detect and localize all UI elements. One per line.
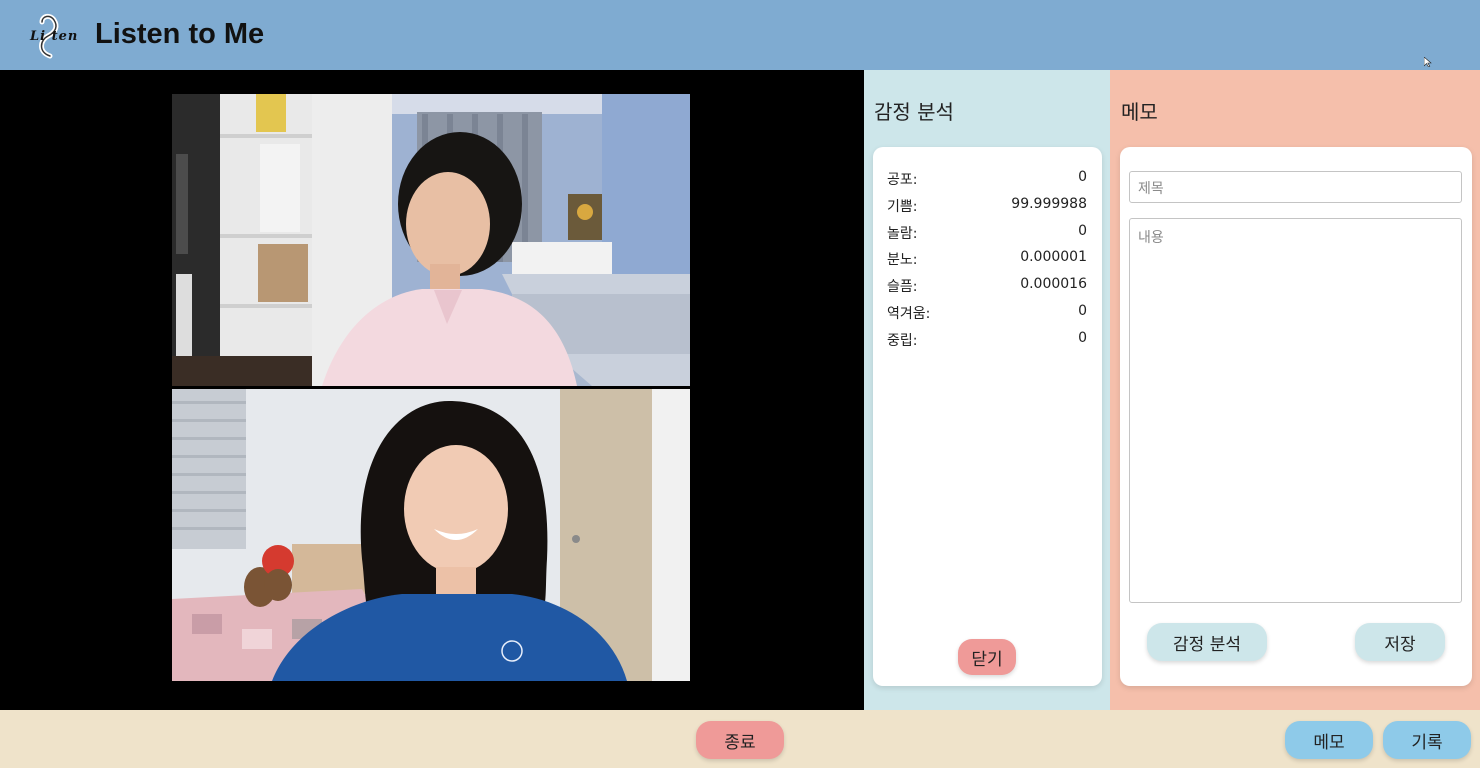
emotion-value: 0 xyxy=(1078,223,1087,239)
save-memo-button[interactable]: 저장 xyxy=(1355,623,1445,661)
logo-wordmark: Li ten xyxy=(30,29,79,44)
memo-title-input[interactable]: 제목 xyxy=(1129,171,1462,203)
memo-card: 제목 내용 감정 분석 저장 xyxy=(1120,147,1472,686)
emotion-row-joy: 기쁨: 99.999988 xyxy=(887,196,1087,218)
record-button[interactable]: 기록 xyxy=(1383,721,1471,759)
emotion-label: 공포: xyxy=(887,172,918,188)
local-video-feed xyxy=(172,389,690,681)
emotion-row-surprise: 놀람: 0 xyxy=(887,223,1087,245)
emotion-label: 중립: xyxy=(887,333,918,349)
app-title: Listen to Me xyxy=(95,18,265,50)
app-header: Li ten Listen to Me xyxy=(0,0,1480,70)
emotion-card: 공포: 0 기쁨: 99.999988 놀람: 0 분노: 0.000001 슬… xyxy=(873,147,1102,686)
emotion-label: 역겨움: xyxy=(887,306,931,322)
mouse-cursor-icon xyxy=(1423,52,1432,68)
memo-panel-title: 메모 xyxy=(1121,100,1158,124)
emotion-label: 기쁨: xyxy=(887,199,918,215)
analyze-emotion-button[interactable]: 감정 분석 xyxy=(1147,623,1267,661)
emotion-value: 0.000001 xyxy=(1020,249,1087,265)
memo-body-textarea[interactable]: 내용 xyxy=(1129,218,1462,603)
emotion-row-fear: 공포: 0 xyxy=(887,169,1087,191)
emotion-label: 놀람: xyxy=(887,226,918,242)
memo-toggle-button[interactable]: 메모 xyxy=(1285,721,1373,759)
emotion-value: 99.999988 xyxy=(1011,196,1087,212)
memo-panel: 메모 제목 내용 감정 분석 저장 xyxy=(1110,70,1480,710)
remote-video-feed xyxy=(172,94,690,386)
emotion-value: 0.000016 xyxy=(1020,276,1087,292)
emotion-value: 0 xyxy=(1078,303,1087,319)
emotion-label: 분노: xyxy=(887,252,918,268)
emotion-row-sadness: 슬픔: 0.000016 xyxy=(887,276,1087,298)
emotion-analysis-panel: 감정 분석 공포: 0 기쁨: 99.999988 놀람: 0 분노: 0.00… xyxy=(864,70,1110,710)
emotion-row-disgust: 역겨움: 0 xyxy=(887,303,1087,325)
emotion-value: 0 xyxy=(1078,169,1087,185)
emotion-row-neutral: 중립: 0 xyxy=(887,330,1087,352)
emotion-panel-title: 감정 분석 xyxy=(874,100,954,124)
close-emotion-button[interactable]: 닫기 xyxy=(958,639,1016,675)
bottom-toolbar: 종료 메모 기록 xyxy=(0,710,1480,768)
emotion-row-anger: 분노: 0.000001 xyxy=(887,249,1087,271)
emotion-label: 슬픔: xyxy=(887,279,918,295)
end-call-button[interactable]: 종료 xyxy=(696,721,784,759)
emotion-value: 0 xyxy=(1078,330,1087,346)
